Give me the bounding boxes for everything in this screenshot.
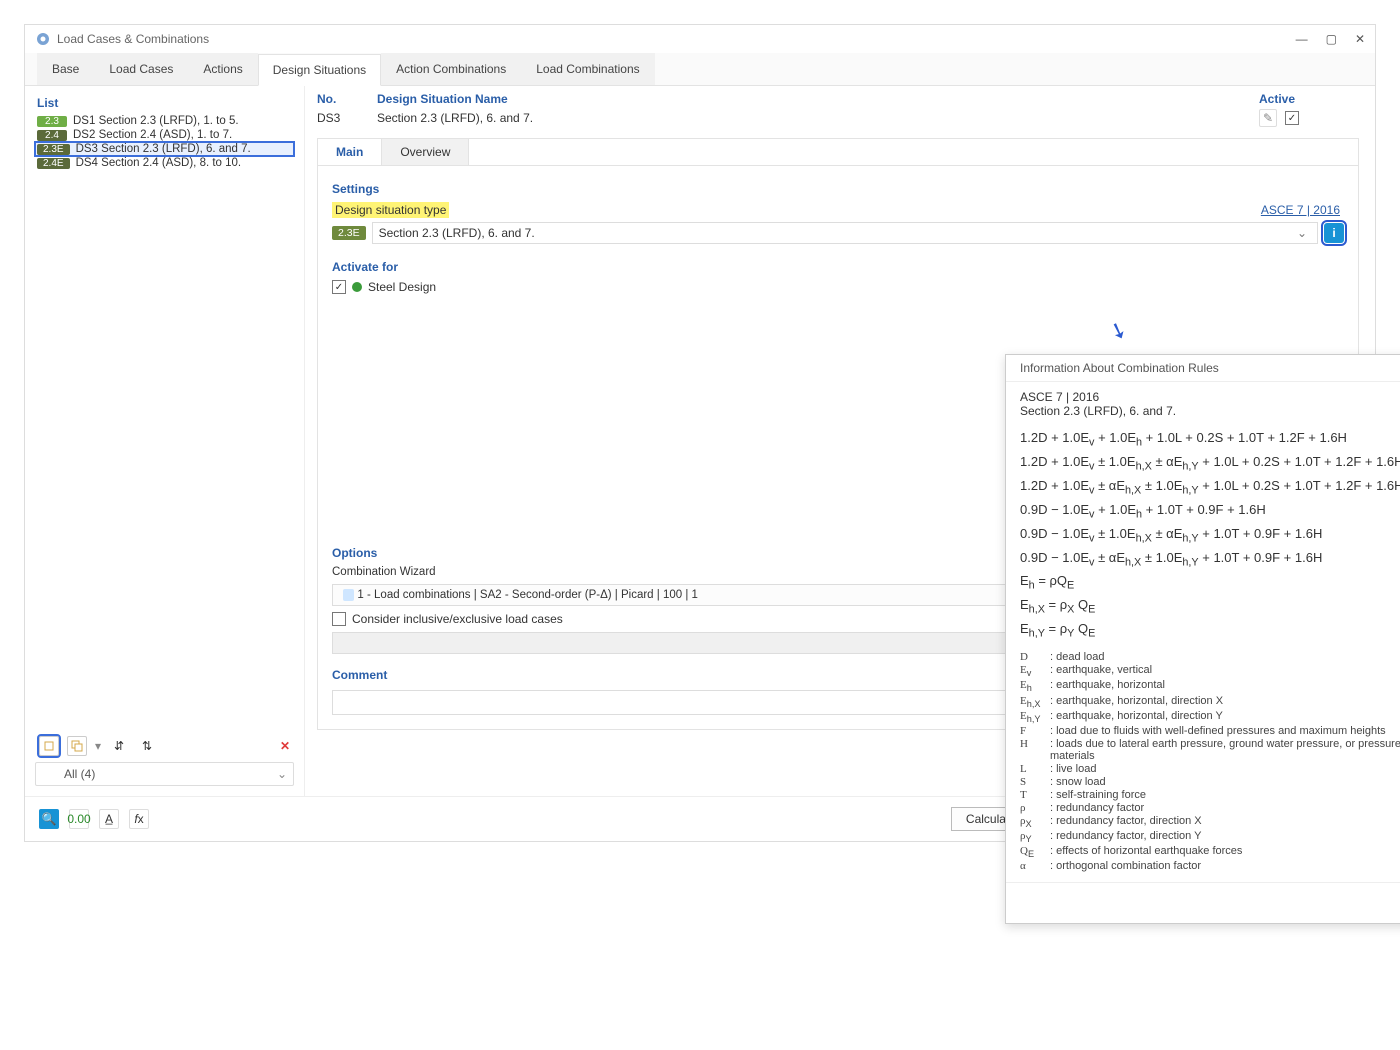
sidebar-list: 2.3 DS1 Section 2.3 (LRFD), 1. to 5. 2.4… bbox=[35, 114, 294, 730]
edit-icon[interactable]: ✎ bbox=[1259, 109, 1277, 127]
sidebar-item-ds1[interactable]: 2.3 DS1 Section 2.3 (LRFD), 1. to 5. bbox=[35, 114, 294, 128]
sidebar: List 2.3 DS1 Section 2.3 (LRFD), 1. to 5… bbox=[25, 86, 305, 796]
info-button[interactable]: i bbox=[1324, 223, 1344, 243]
sort-button[interactable]: ⇵ bbox=[109, 736, 129, 756]
row-name[interactable]: Section 2.3 (LRFD), 6. and 7. bbox=[377, 111, 1259, 125]
tab-base[interactable]: Base bbox=[37, 53, 94, 85]
design-situation-type-label: Design situation type bbox=[332, 202, 449, 218]
tab-load-cases[interactable]: Load Cases bbox=[94, 53, 188, 85]
tab-design-situations[interactable]: Design Situations bbox=[258, 54, 381, 86]
consider-label: Consider inclusive/exclusive load cases bbox=[352, 612, 563, 626]
sidebar-item-ds4[interactable]: 2.4E DS4 Section 2.4 (ASD), 8. to 10. bbox=[35, 156, 294, 170]
sidebar-item-ds3[interactable]: 2.3E DS3 Section 2.3 (LRFD), 6. and 7. bbox=[35, 142, 294, 156]
maximize-icon[interactable]: ▢ bbox=[1326, 32, 1337, 46]
data-row: DS3 Section 2.3 (LRFD), 6. and 7. ✎ ✓ bbox=[317, 106, 1359, 130]
delete-button[interactable]: ✕ bbox=[280, 739, 290, 753]
sidebar-head: List bbox=[35, 92, 294, 114]
label: DS4 Section 2.4 (ASD), 8. to 10. bbox=[76, 157, 242, 169]
footer-fx-icon[interactable]: fx bbox=[129, 809, 149, 829]
combo-wizard-value: 1 - Load combinations | SA2 - Second-ord… bbox=[357, 589, 698, 601]
sidebar-item-ds2[interactable]: 2.4 DS2 Section 2.4 (ASD), 1. to 7. bbox=[35, 128, 294, 142]
info-popup: Information About Combination Rules — ▢ … bbox=[1005, 354, 1400, 924]
settings-head: Settings bbox=[332, 182, 1344, 196]
col-name: Design Situation Name bbox=[377, 92, 1259, 106]
ds-type-value: Section 2.3 (LRFD), 6. and 7. bbox=[379, 226, 535, 240]
sidebar-toolbar: ▾ ⇵ ⇅ ✕ bbox=[35, 730, 294, 762]
minimize-icon[interactable]: — bbox=[1296, 32, 1308, 46]
label: DS2 Section 2.4 (ASD), 1. to 7. bbox=[73, 129, 232, 141]
header-row: No. Design Situation Name Active bbox=[317, 92, 1359, 106]
formula-block: 1.2D + 1.0Ev + 1.0Eh + 1.0L + 0.2S + 1.0… bbox=[1020, 428, 1400, 643]
chevron-down-icon: ⌄ bbox=[1293, 226, 1311, 240]
row-no: DS3 bbox=[317, 111, 377, 125]
col-no: No. bbox=[317, 92, 377, 106]
steel-checkbox[interactable]: ✓ bbox=[332, 280, 346, 294]
spec-link[interactable]: ASCE 7 | 2016 bbox=[1261, 203, 1340, 217]
tag: 2.3E bbox=[37, 144, 70, 155]
window: Load Cases & Combinations — ▢ ✕ Base Loa… bbox=[24, 24, 1376, 842]
tab-actions[interactable]: Actions bbox=[188, 53, 257, 85]
popup-spec: ASCE 7 | 2016 bbox=[1020, 390, 1400, 404]
footer-units-icon[interactable]: 0.00 bbox=[69, 809, 89, 829]
renumber-button[interactable]: ⇅ bbox=[137, 736, 157, 756]
sub-tabs: Main Overview bbox=[317, 138, 1359, 165]
steel-label: Steel Design bbox=[368, 280, 436, 294]
footer-font-icon[interactable]: A̲ bbox=[99, 809, 119, 829]
legend-block: D: dead loadEv: earthquake, verticalEh: … bbox=[1020, 651, 1400, 872]
tab-action-combinations[interactable]: Action Combinations bbox=[381, 53, 521, 85]
tag: 2.3 bbox=[37, 116, 67, 127]
tag: 2.4 bbox=[37, 130, 67, 141]
filter-label: All (4) bbox=[64, 767, 95, 781]
new-item-button[interactable] bbox=[39, 736, 59, 756]
copy-item-button[interactable] bbox=[67, 736, 87, 756]
content-area: No. Design Situation Name Active DS3 Sec… bbox=[305, 86, 1375, 796]
popup-section: Section 2.3 (LRFD), 6. and 7. bbox=[1020, 404, 1400, 418]
app-icon bbox=[35, 31, 51, 47]
tab-load-combinations[interactable]: Load Combinations bbox=[521, 53, 654, 85]
window-title: Load Cases & Combinations bbox=[57, 32, 1296, 46]
main-tabs: Base Load Cases Actions Design Situation… bbox=[25, 53, 1375, 86]
label: DS1 Section 2.3 (LRFD), 1. to 5. bbox=[73, 115, 239, 127]
tag: 2.4E bbox=[37, 158, 70, 169]
consider-checkbox[interactable] bbox=[332, 612, 346, 626]
footer-search-icon[interactable]: 🔍 bbox=[39, 809, 59, 829]
filter-dropdown[interactable]: All (4) ⌄ bbox=[35, 762, 294, 786]
subtab-main[interactable]: Main bbox=[318, 139, 382, 165]
subtab-overview[interactable]: Overview bbox=[382, 139, 469, 165]
ds-type-dropdown[interactable]: Section 2.3 (LRFD), 6. and 7. ⌄ bbox=[372, 222, 1318, 244]
label: DS3 Section 2.3 (LRFD), 6. and 7. bbox=[76, 143, 251, 155]
active-checkbox[interactable]: ✓ bbox=[1285, 111, 1299, 125]
steel-dot-icon bbox=[352, 282, 362, 292]
col-active: Active bbox=[1259, 92, 1359, 106]
close-icon[interactable]: ✕ bbox=[1355, 32, 1365, 46]
popup-title: Information About Combination Rules bbox=[1020, 361, 1397, 375]
activate-head: Activate for bbox=[332, 260, 1344, 274]
titlebar: Load Cases & Combinations — ▢ ✕ bbox=[25, 25, 1375, 53]
ds-tag: 2.3E bbox=[332, 226, 366, 240]
